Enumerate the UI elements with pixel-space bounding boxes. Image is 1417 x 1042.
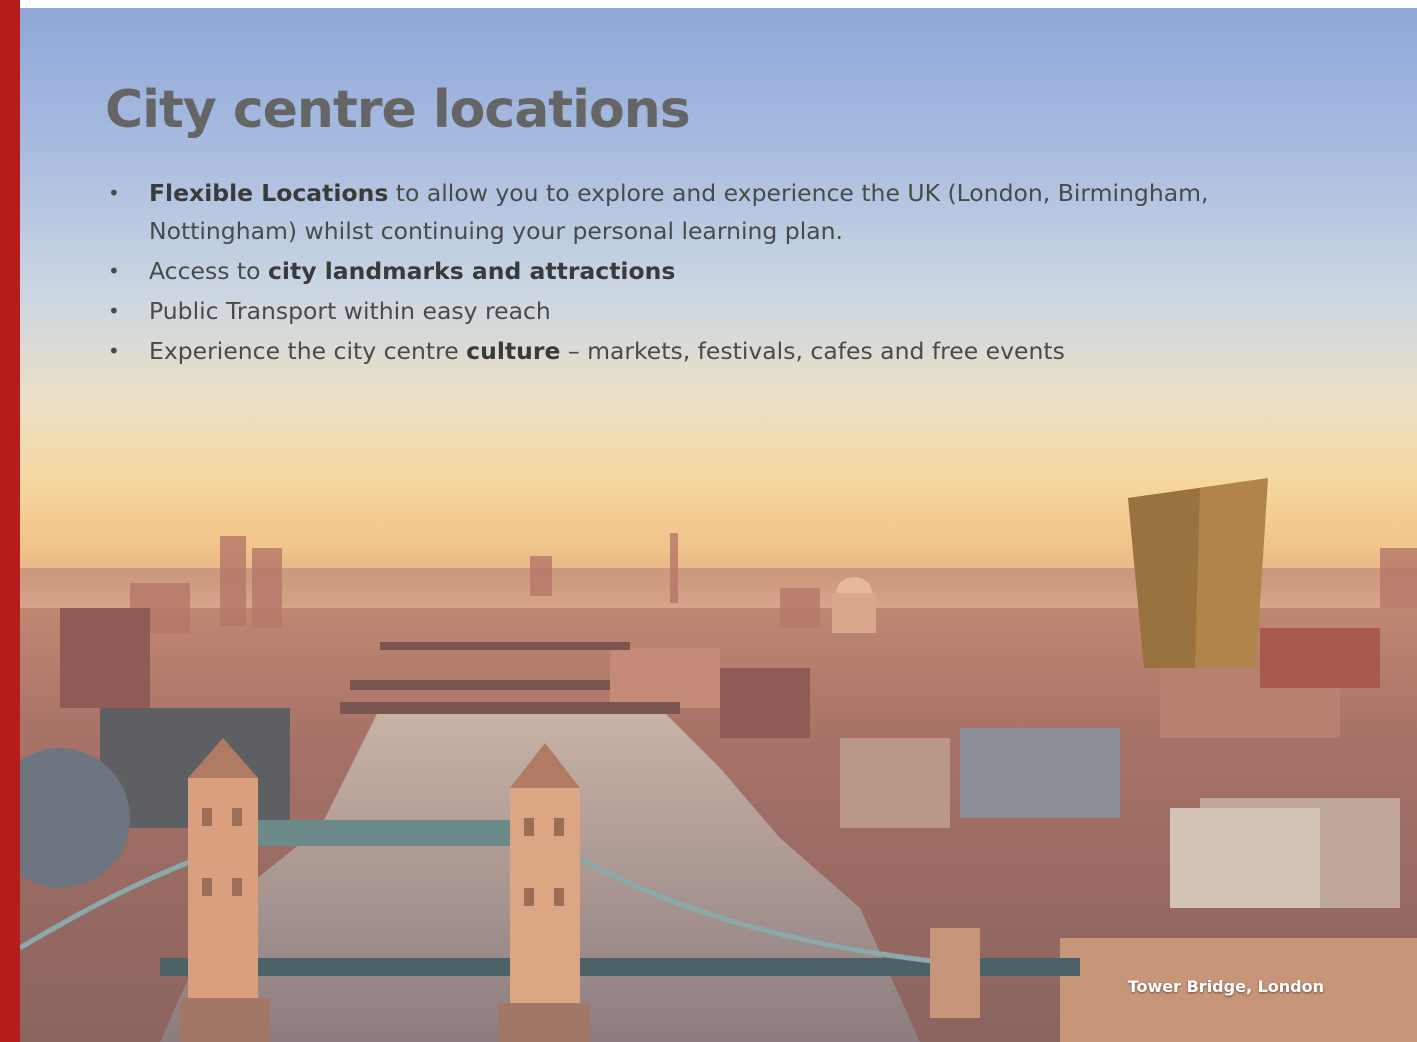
text-content: City centre locations • Flexible Location… <box>105 80 1255 372</box>
bullet-item: • Access to city landmarks and attraction… <box>105 252 1255 290</box>
bullet-text: Access to <box>149 257 268 285</box>
photo-caption: Tower Bridge, London <box>1127 977 1324 996</box>
accent-bar <box>0 0 20 1042</box>
slide-title: City centre locations <box>105 80 691 140</box>
slide: City centre locations • Flexible Location… <box>0 0 1417 1042</box>
bullet-bold-text: culture <box>466 337 561 365</box>
bullet-item: • Experience the city centre culture – ma… <box>105 332 1255 370</box>
bullet-glyph: • <box>108 339 120 363</box>
bullet-glyph: • <box>108 299 120 323</box>
bullet-glyph: • <box>108 181 120 205</box>
bullet-text: Experience the city centre <box>149 337 467 365</box>
bullet-list: • Flexible Locations to allow you to expl… <box>105 174 1255 370</box>
bullet-text: Public Transport within easy reach <box>149 297 551 325</box>
bullet-glyph: • <box>108 259 120 283</box>
bullet-text: – markets, festivals, cafes and free eve… <box>560 337 1065 365</box>
bullet-item: • Public Transport within easy reach <box>105 292 1255 330</box>
bullet-item: • Flexible Locations to allow you to expl… <box>105 174 1255 250</box>
bullet-bold-text: city landmarks and attractions <box>267 257 676 285</box>
bullet-bold-text: Flexible Locations <box>149 179 389 207</box>
